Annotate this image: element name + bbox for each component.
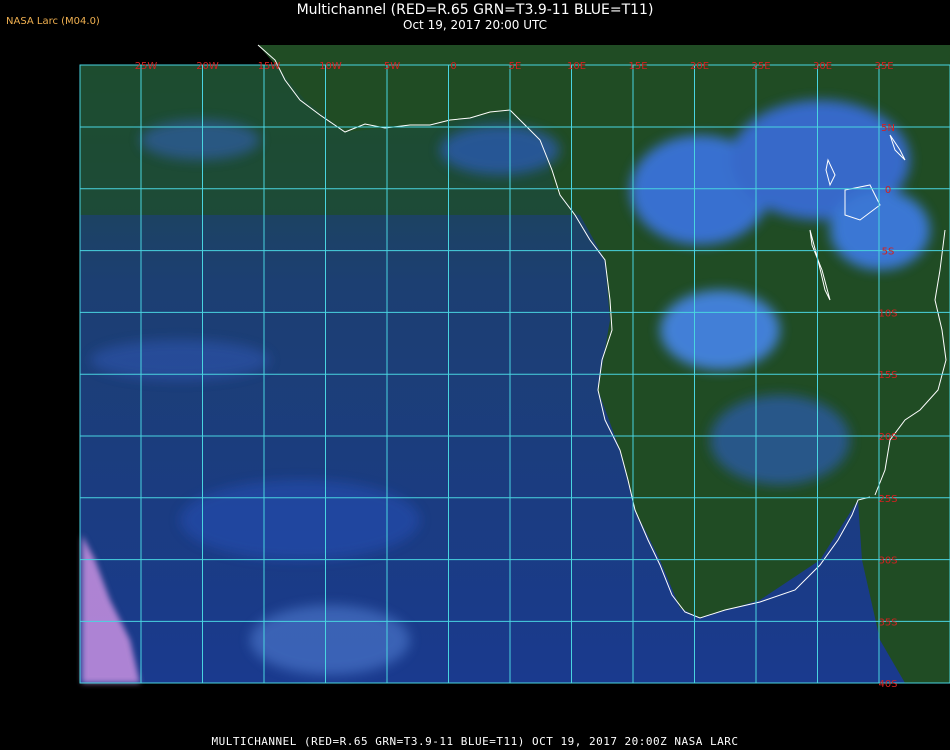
latitude-label: 35S [878, 617, 897, 628]
latitude-label: 25S [878, 494, 897, 505]
longitude-label: 10W [319, 61, 342, 72]
longitude-label: 15E [628, 61, 647, 72]
latitude-label: 40S [878, 679, 897, 690]
latitude-label: 0 [885, 185, 891, 196]
latitude-label: 5N [881, 123, 895, 134]
latitude-label: 20S [878, 432, 897, 443]
longitude-label: 35E [874, 61, 893, 72]
longitude-label: 10E [567, 61, 586, 72]
latitude-label: 30S [878, 556, 897, 567]
longitude-label: 20W [196, 61, 219, 72]
latitude-label: 10S [878, 308, 897, 319]
longitude-label: 5W [384, 61, 400, 72]
latitude-label: 15S [878, 370, 897, 381]
longitude-label: 20E [690, 61, 709, 72]
longitude-label: 0 [450, 61, 456, 72]
satellite-map: 25W 20W 15W 10W 5W 0 5E 10E 15E 20E 25E 30E 35E 5N 0 5S… [79, 44, 950, 727]
longitude-label: 5E [509, 61, 522, 72]
latitude-label: 5S [882, 247, 895, 258]
longitude-label: 30E [813, 61, 832, 72]
longitude-label: 25W [135, 61, 158, 72]
longitude-label: 15W [258, 61, 281, 72]
footer-caption: MULTICHANNEL (RED=R.65 GRN=T3.9-11 BLUE=… [211, 735, 739, 748]
longitude-label: 25E [751, 61, 770, 72]
